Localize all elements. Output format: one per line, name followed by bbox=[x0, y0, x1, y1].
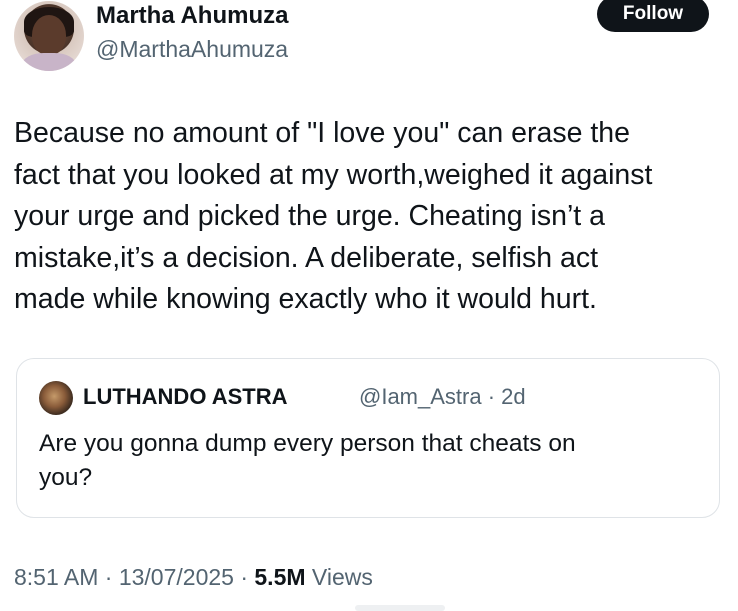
views-count: 5.5M bbox=[254, 564, 306, 590]
tweet-meta: 8:51 AM · 13/07/2025 · 5.5M Views bbox=[14, 563, 373, 591]
tweet-timestamp[interactable]: 8:51 AM · 13/07/2025 · bbox=[14, 564, 254, 590]
tweet-line: your urge and picked the urge. Cheating … bbox=[14, 200, 605, 232]
quote-line: you? bbox=[39, 464, 93, 491]
tweet-line: mistake,it’s a decision. A deliberate, s… bbox=[14, 241, 599, 274]
author-display-name[interactable]: Martha Ahumuza bbox=[96, 2, 288, 30]
follow-button[interactable]: Follow bbox=[597, 0, 709, 32]
views-label: Views bbox=[305, 564, 373, 590]
quoted-author-handle-time: @Iam_Astra · 2d bbox=[359, 384, 526, 409]
avatar-shirt bbox=[22, 53, 76, 71]
tweet-line: made while knowing exactly who it would … bbox=[14, 283, 597, 315]
quoted-author-name: LUTHANDO ASTRA bbox=[83, 384, 288, 409]
author-avatar[interactable] bbox=[14, 1, 84, 71]
tweet-text: Because no amount of "I love you" can er… bbox=[14, 113, 726, 321]
quote-line: Are you gonna dump every person that che… bbox=[39, 430, 576, 457]
bottom-divider bbox=[355, 605, 445, 611]
quoted-tweet-text: Are you gonna dump every person that che… bbox=[39, 427, 679, 495]
quoted-author-avatar bbox=[39, 381, 73, 415]
author-handle[interactable]: @MarthaAhumuza bbox=[96, 35, 288, 63]
quoted-tweet-card[interactable]: LUTHANDO ASTRA @Iam_Astra · 2d Are you g… bbox=[16, 358, 720, 518]
tweet-line: Because no amount of "I love you" can er… bbox=[14, 117, 630, 149]
tweet-line: fact that you looked at my worth,weighed… bbox=[14, 158, 653, 191]
avatar-face bbox=[32, 15, 66, 55]
